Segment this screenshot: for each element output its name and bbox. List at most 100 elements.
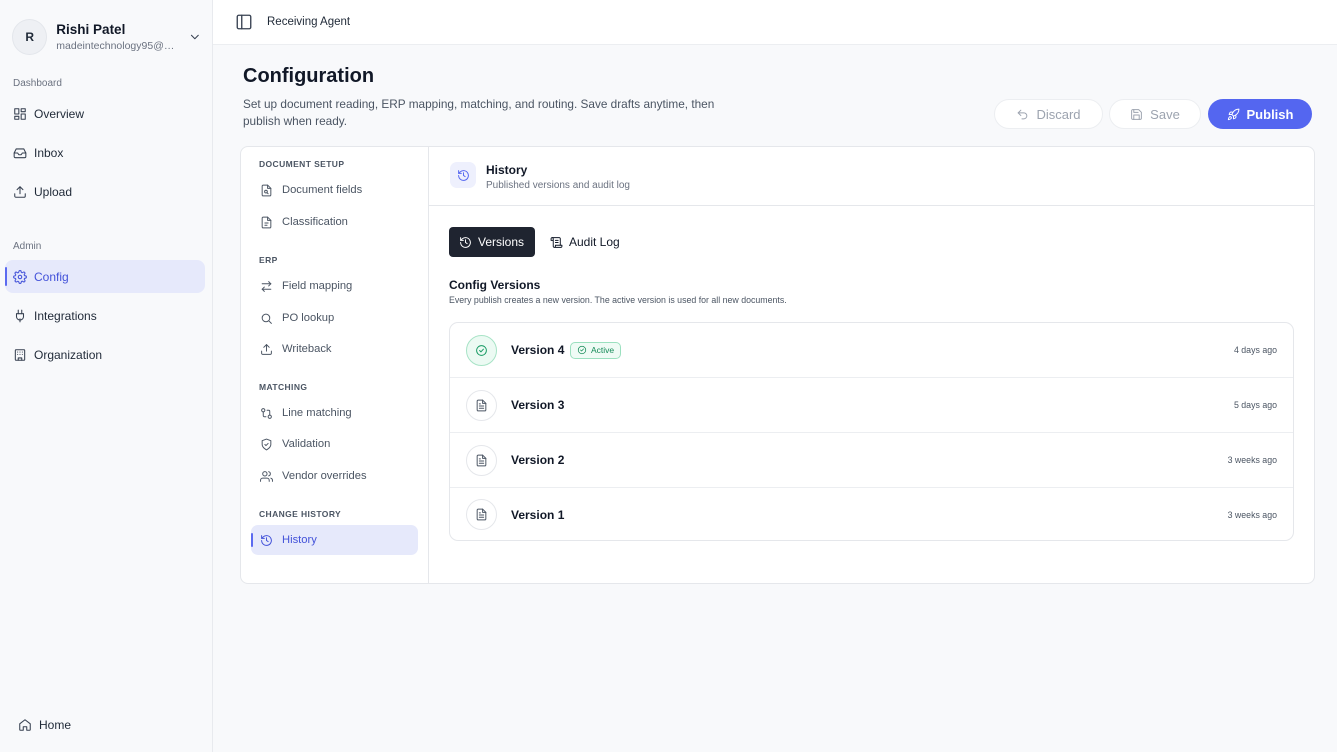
config-nav-item-po-lookup[interactable]: PO lookup xyxy=(251,303,418,333)
sidebar-item-inbox[interactable]: Inbox xyxy=(5,136,205,169)
plug-icon xyxy=(15,309,25,322)
topbar: Receiving Agent xyxy=(213,0,1337,45)
config-nav-item-validation[interactable]: Validation xyxy=(251,429,418,459)
sidebar-item-home[interactable]: Home xyxy=(10,708,210,741)
config-nav-item-document-fields[interactable]: Document fields xyxy=(251,175,418,205)
page-title: Configuration xyxy=(243,65,375,87)
version-status-icon xyxy=(466,444,497,476)
version-name: Version 3 xyxy=(511,398,565,412)
gear-icon xyxy=(13,269,27,284)
save-button[interactable]: Save xyxy=(1109,99,1201,129)
sidebar-item-label: Inbox xyxy=(34,145,64,160)
home-icon xyxy=(19,718,31,731)
users-icon xyxy=(260,470,273,482)
sidebar-section-admin: Admin xyxy=(13,241,42,252)
config-nav-label: Validation xyxy=(282,438,331,450)
avatar: R xyxy=(12,19,48,55)
status-badge-label: Active xyxy=(591,345,615,355)
history-icon xyxy=(460,236,471,248)
sidebar-item-organization[interactable]: Organization xyxy=(5,338,205,371)
version-status-icon xyxy=(466,334,497,366)
config-nav-label: PO lookup xyxy=(282,312,335,324)
sidebar: R Rishi Patel madeintechnology95@gmail.c… xyxy=(0,0,213,752)
save-label: Save xyxy=(1150,106,1180,122)
version-row[interactable]: Version 4 Active 4 days ago xyxy=(450,323,1293,378)
grid-icon xyxy=(14,107,26,120)
config-nav-item-vendor-overrides[interactable]: Vendor overrides xyxy=(251,461,418,491)
history-header-icon xyxy=(450,162,476,188)
config-nav-section-erp: ERP xyxy=(259,255,278,265)
scroll-text-icon xyxy=(550,236,563,248)
page-description: Set up document reading, ERP mapping, ma… xyxy=(243,97,715,128)
config-versions-subtitle: Every publish creates a new version. The… xyxy=(449,295,787,305)
version-time: 3 weeks ago xyxy=(1227,509,1277,520)
history-panel: History Published versions and audit log… xyxy=(429,147,1314,583)
config-nav-label: Line matching xyxy=(282,407,352,419)
history-icon xyxy=(261,534,272,546)
config-nav-item-field-mapping[interactable]: Field mapping xyxy=(251,271,418,301)
save-icon xyxy=(1131,108,1143,120)
panel-toggle-icon[interactable] xyxy=(235,13,253,31)
config-nav-item-writeback[interactable]: Writeback xyxy=(251,334,418,364)
file-text-icon xyxy=(476,508,487,521)
sidebar-item-label: Config xyxy=(34,269,69,284)
config-versions-title: Config Versions xyxy=(449,278,541,292)
sidebar-item-label: Home xyxy=(39,717,72,732)
version-row[interactable]: Version 2 3 weeks ago xyxy=(450,433,1293,488)
config-nav-label: Document fields xyxy=(282,184,363,196)
history-subtitle: Published versions and audit log xyxy=(486,180,630,191)
version-time: 5 days ago xyxy=(1233,400,1277,410)
version-name: Version 4 xyxy=(511,343,565,357)
config-nav-item-classification[interactable]: Classification xyxy=(251,207,418,237)
publish-label: Publish xyxy=(1246,106,1294,122)
chevron-down-icon xyxy=(191,34,200,40)
check-circle-icon xyxy=(577,345,587,355)
history-tabs: Versions Audit Log xyxy=(449,227,630,257)
config-nav-label: Writeback xyxy=(282,343,332,355)
config-nav-section-change-history: CHANGE HISTORY xyxy=(259,509,342,519)
version-row[interactable]: Version 3 5 days ago xyxy=(450,378,1293,433)
user-info: Rishi Patel madeintechnology95@gmail.com xyxy=(56,21,178,53)
config-nav-item-history[interactable]: History xyxy=(251,525,418,555)
version-time: 3 weeks ago xyxy=(1227,455,1277,465)
upload-icon xyxy=(261,343,272,355)
config-nav-label: Field mapping xyxy=(282,280,353,292)
version-time: 4 days ago xyxy=(1233,345,1277,355)
history-icon xyxy=(457,169,469,181)
config-nav-section-matching: MATCHING xyxy=(259,382,308,392)
tab-versions[interactable]: Versions xyxy=(449,227,535,257)
config-card: DOCUMENT SETUP Document fields Classific… xyxy=(240,146,1315,584)
upload-icon xyxy=(14,185,26,198)
history-title: History xyxy=(486,163,528,177)
version-row[interactable]: Version 1 3 weeks ago xyxy=(450,487,1293,540)
search-icon xyxy=(261,313,272,324)
git-compare-icon xyxy=(261,407,272,419)
sidebar-item-upload[interactable]: Upload xyxy=(5,175,205,208)
sidebar-section-dashboard: Dashboard xyxy=(13,78,62,89)
undo-icon xyxy=(1018,109,1028,119)
sidebar-item-config[interactable]: Config xyxy=(5,260,205,293)
discard-button[interactable]: Discard xyxy=(994,99,1103,129)
history-header: History Published versions and audit log xyxy=(429,147,1314,206)
inbox-icon xyxy=(13,147,27,158)
discard-label: Discard xyxy=(1036,106,1081,122)
sidebar-item-label: Upload xyxy=(34,184,73,199)
file-tag-icon xyxy=(261,216,272,228)
sidebar-item-overview[interactable]: Overview xyxy=(5,97,205,130)
breadcrumb[interactable]: Receiving Agent xyxy=(267,16,350,28)
user-name: Rishi Patel xyxy=(56,22,126,37)
file-text-icon xyxy=(476,454,487,466)
arrows-swap-icon xyxy=(261,280,272,292)
tab-audit-log[interactable]: Audit Log xyxy=(540,227,630,257)
user-account-switcher[interactable]: R Rishi Patel madeintechnology95@gmail.c… xyxy=(12,17,202,57)
versions-list: Version 4 Active 4 days ago Version 3 5 … xyxy=(449,322,1294,541)
rocket-icon xyxy=(1227,108,1239,120)
building-icon xyxy=(14,348,26,361)
file-search-icon xyxy=(261,184,272,196)
publish-button[interactable]: Publish xyxy=(1208,99,1312,129)
sidebar-item-integrations[interactable]: Integrations xyxy=(5,299,205,332)
config-nav-item-line-matching[interactable]: Line matching xyxy=(251,398,418,428)
version-name: Version 2 xyxy=(511,453,565,467)
file-text-icon xyxy=(476,399,487,411)
config-nav: DOCUMENT SETUP Document fields Classific… xyxy=(241,147,429,583)
